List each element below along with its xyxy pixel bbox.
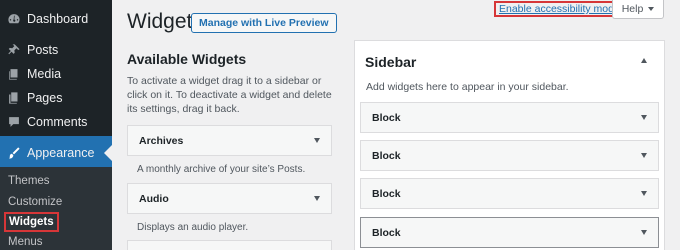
submenu-item-menus[interactable]: Menus: [0, 230, 112, 250]
sidebar-widget-area: Sidebar Add widgets here to appear in yo…: [354, 40, 665, 250]
block-widget[interactable]: Block: [360, 102, 659, 133]
chevron-down-icon[interactable]: [314, 196, 320, 201]
available-widgets-heading: Available Widgets: [127, 51, 247, 67]
sidebar-item-appearance[interactable]: Appearance: [0, 136, 112, 170]
help-button[interactable]: Help: [612, 0, 664, 19]
admin-sidebar: Dashboard Posts Media Pages Comments App…: [0, 0, 112, 250]
sidebar-item-label: Posts: [27, 43, 59, 57]
submenu-item-label: Customize: [8, 195, 63, 208]
block-widget[interactable]: Block: [360, 217, 659, 248]
widget-title: Archives: [139, 134, 184, 147]
live-preview-button[interactable]: Manage with Live Preview: [191, 13, 337, 33]
block-title: Block: [372, 226, 401, 239]
widget-title: Audio: [139, 192, 169, 205]
sidebar-item-label: Appearance: [27, 146, 95, 160]
appearance-submenu: Themes Customize Widgets Menus: [0, 167, 112, 250]
sidebar-item-label: Dashboard: [27, 12, 89, 26]
available-widgets-description: To activate a widget drag it to a sideba…: [127, 75, 332, 115]
chevron-down-icon[interactable]: [641, 153, 647, 158]
chevron-up-icon[interactable]: [641, 58, 647, 63]
submenu-item-label: Themes: [8, 174, 50, 187]
widget-audio[interactable]: Audio: [127, 183, 332, 214]
pin-icon: [7, 43, 21, 57]
sidebar-item-comments[interactable]: Comments: [0, 105, 112, 139]
block-title: Block: [372, 111, 401, 124]
block-title: Block: [372, 187, 401, 200]
chevron-down-icon[interactable]: [314, 138, 320, 143]
sidebar-item-label: Comments: [27, 115, 88, 129]
chevron-down-icon[interactable]: [641, 230, 647, 235]
dashboard-icon: [7, 12, 21, 26]
accessibility-mode-link[interactable]: Enable accessibility mode: [494, 1, 625, 17]
submenu-item-themes[interactable]: Themes: [0, 169, 112, 192]
brush-icon: [7, 146, 21, 160]
chevron-down-icon: [648, 6, 655, 11]
sidebar-item-dashboard[interactable]: Dashboard: [0, 2, 112, 36]
block-widget[interactable]: Block: [360, 140, 659, 171]
sidebar-item-label: Media: [27, 67, 62, 81]
widget-area-title: Sidebar: [365, 54, 417, 70]
widget-archives[interactable]: Archives: [127, 125, 332, 156]
widget-description: Displays an audio player.: [137, 222, 249, 233]
widget-next[interactable]: [127, 240, 332, 250]
submenu-item-label: Menus: [8, 235, 43, 248]
chevron-down-icon[interactable]: [641, 191, 647, 196]
widget-area-description: Add widgets here to appear in your sideb…: [366, 81, 569, 93]
help-label: Help: [621, 2, 644, 15]
submenu-item-label: Widgets: [4, 211, 59, 232]
widget-description: A monthly archive of your site’s Posts.: [137, 164, 306, 175]
block-title: Block: [372, 149, 401, 162]
block-widget[interactable]: Block: [360, 178, 659, 209]
media-icon: [7, 67, 21, 81]
sidebar-item-label: Pages: [27, 91, 63, 105]
chevron-down-icon[interactable]: [641, 115, 647, 120]
comments-icon: [7, 115, 21, 129]
pages-icon: [7, 91, 21, 105]
